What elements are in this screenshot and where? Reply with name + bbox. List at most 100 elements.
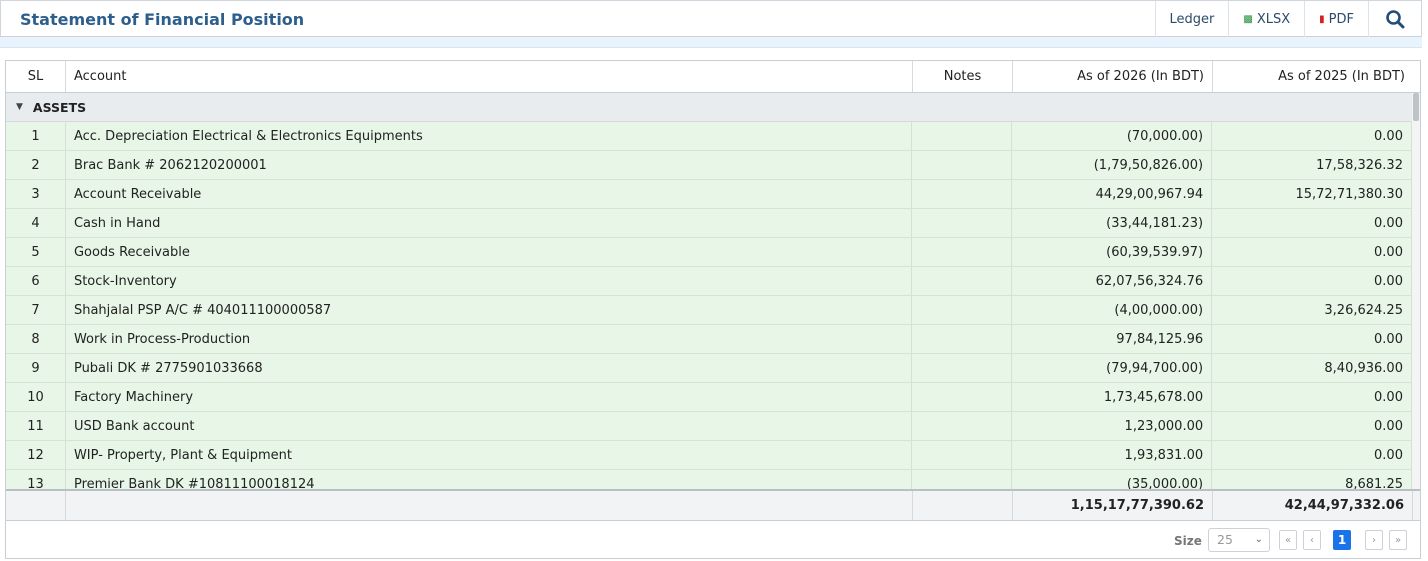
cell-sl: 7 [6, 296, 66, 324]
table-row[interactable]: 12 WIP- Property, Plant & Equipment 1,93… [6, 441, 1412, 470]
table-row[interactable]: 5 Goods Receivable (60,39,539.97) 0.00 [6, 238, 1412, 267]
table-header: SL Account Notes As of 2026 (In BDT) As … [6, 61, 1420, 93]
cell-2026: (79,94,700.00) [1012, 354, 1213, 382]
table-row[interactable]: 13 Premier Bank DK #10811100018124 (35,0… [6, 470, 1412, 489]
cell-sl: 13 [6, 470, 66, 489]
cell-sl: 11 [6, 412, 66, 440]
scrollbar-thumb[interactable] [1413, 93, 1419, 121]
column-header-account[interactable]: Account [66, 61, 913, 92]
prev-page-button[interactable]: ‹ [1303, 530, 1321, 550]
cell-account: Shahjalal PSP A/C # 404011100000587 [66, 296, 913, 324]
page-1-button[interactable]: 1 [1333, 530, 1351, 550]
cell-account: Goods Receivable [66, 238, 913, 266]
xlsx-export-button[interactable]: ▩ XLSX [1228, 1, 1304, 37]
cell-2025: 8,681.25 [1212, 470, 1412, 489]
table-body: 1 Acc. Depreciation Electrical & Electro… [6, 122, 1412, 489]
ledger-button[interactable]: Ledger [1154, 1, 1229, 37]
chevron-down-icon: ⌄ [1254, 534, 1263, 545]
totals-sl [6, 491, 66, 520]
page-header: Statement of Financial Position Ledger ▩… [0, 0, 1422, 37]
cell-sl: 2 [6, 151, 66, 179]
cell-notes [912, 209, 1013, 237]
cell-notes [912, 296, 1013, 324]
next-page-button[interactable]: › [1365, 530, 1383, 550]
cell-sl: 1 [6, 122, 66, 150]
cell-2026: 1,73,45,678.00 [1012, 383, 1213, 411]
table-row[interactable]: 9 Pubali DK # 2775901033668 (79,94,700.0… [6, 354, 1412, 383]
table-row[interactable]: 3 Account Receivable 44,29,00,967.94 15,… [6, 180, 1412, 209]
table-row[interactable]: 11 USD Bank account 1,23,000.00 0.00 [6, 412, 1412, 441]
cell-2025: 3,26,624.25 [1212, 296, 1412, 324]
column-header-2026[interactable]: As of 2026 (In BDT) [1013, 61, 1213, 92]
column-header-sl[interactable]: SL [6, 61, 66, 92]
cell-account: Stock-Inventory [66, 267, 913, 295]
cell-2026: 44,29,00,967.94 [1012, 180, 1213, 208]
table-row[interactable]: 6 Stock-Inventory 62,07,56,324.76 0.00 [6, 267, 1412, 296]
cell-sl: 3 [6, 180, 66, 208]
vertical-scrollbar[interactable] [1412, 93, 1420, 489]
cell-2026: (33,44,181.23) [1012, 209, 1213, 237]
totals-notes [913, 491, 1013, 520]
cell-notes [912, 238, 1013, 266]
cell-2026: 1,93,831.00 [1012, 441, 1213, 469]
last-page-button[interactable]: » [1389, 530, 1407, 550]
cell-account: Cash in Hand [66, 209, 913, 237]
cell-2026: (60,39,539.97) [1012, 238, 1213, 266]
cell-2025: 0.00 [1212, 238, 1412, 266]
search-icon [1386, 10, 1405, 29]
cell-notes [912, 470, 1013, 489]
cell-2025: 0.00 [1212, 325, 1412, 353]
cell-2026: (70,000.00) [1012, 122, 1213, 150]
cell-notes [912, 325, 1013, 353]
search-button[interactable] [1368, 1, 1421, 37]
table-row[interactable]: 1 Acc. Depreciation Electrical & Electro… [6, 122, 1412, 151]
totals-account [66, 491, 913, 520]
cell-sl: 12 [6, 441, 66, 469]
pagination-bar: Size 25 ⌄ « ‹ 1 › » [6, 522, 1420, 558]
caret-down-icon[interactable]: ▼ [16, 102, 23, 112]
cell-2026: (35,000.00) [1012, 470, 1213, 489]
cell-notes [912, 354, 1013, 382]
xlsx-label: XLSX [1256, 11, 1291, 27]
page-title: Statement of Financial Position [20, 10, 305, 29]
cell-2025: 0.00 [1212, 441, 1412, 469]
toolbar: Ledger ▩ XLSX ▮ PDF [1154, 1, 1421, 37]
cell-2026: 97,84,125.96 [1012, 325, 1213, 353]
cell-account: Work in Process-Production [66, 325, 913, 353]
cell-sl: 5 [6, 238, 66, 266]
cell-account: Premier Bank DK #10811100018124 [66, 470, 913, 489]
table-row[interactable]: 2 Brac Bank # 2062120200001 (1,79,50,826… [6, 151, 1412, 180]
column-header-notes[interactable]: Notes [913, 61, 1013, 92]
cell-2026: (1,79,50,826.00) [1012, 151, 1213, 179]
financial-position-table: SL Account Notes As of 2026 (In BDT) As … [5, 60, 1421, 559]
cell-sl: 8 [6, 325, 66, 353]
cell-sl: 10 [6, 383, 66, 411]
pdf-export-button[interactable]: ▮ PDF [1304, 1, 1368, 37]
group-label: ASSETS [32, 99, 87, 115]
cell-notes [912, 267, 1013, 295]
cell-2025: 0.00 [1212, 383, 1412, 411]
page-size-select[interactable]: 25 ⌄ [1208, 528, 1270, 552]
table-row[interactable]: 10 Factory Machinery 1,73,45,678.00 0.00 [6, 383, 1412, 412]
cell-account: USD Bank account [66, 412, 913, 440]
spreadsheet-icon: ▩ [1243, 13, 1253, 25]
cell-account: Pubali DK # 2775901033668 [66, 354, 913, 382]
cell-account: Acc. Depreciation Electrical & Electroni… [66, 122, 913, 150]
first-page-button[interactable]: « [1279, 530, 1297, 550]
cell-2025: 17,58,326.32 [1212, 151, 1412, 179]
ledger-label: Ledger [1169, 11, 1215, 27]
cell-notes [912, 122, 1013, 150]
cell-account: Account Receivable [66, 180, 913, 208]
cell-notes [912, 412, 1013, 440]
table-row[interactable]: 4 Cash in Hand (33,44,181.23) 0.00 [6, 209, 1412, 238]
cell-notes [912, 151, 1013, 179]
cell-2026: 1,23,000.00 [1012, 412, 1213, 440]
group-row-assets[interactable]: ▼ ASSETS [6, 93, 1412, 122]
cell-2025: 0.00 [1212, 267, 1412, 295]
cell-notes [912, 441, 1013, 469]
column-header-2025[interactable]: As of 2025 (In BDT) [1213, 61, 1413, 92]
page-size-label: Size [1174, 534, 1202, 548]
table-row[interactable]: 7 Shahjalal PSP A/C # 404011100000587 (4… [6, 296, 1412, 325]
cell-sl: 9 [6, 354, 66, 382]
table-row[interactable]: 8 Work in Process-Production 97,84,125.9… [6, 325, 1412, 354]
